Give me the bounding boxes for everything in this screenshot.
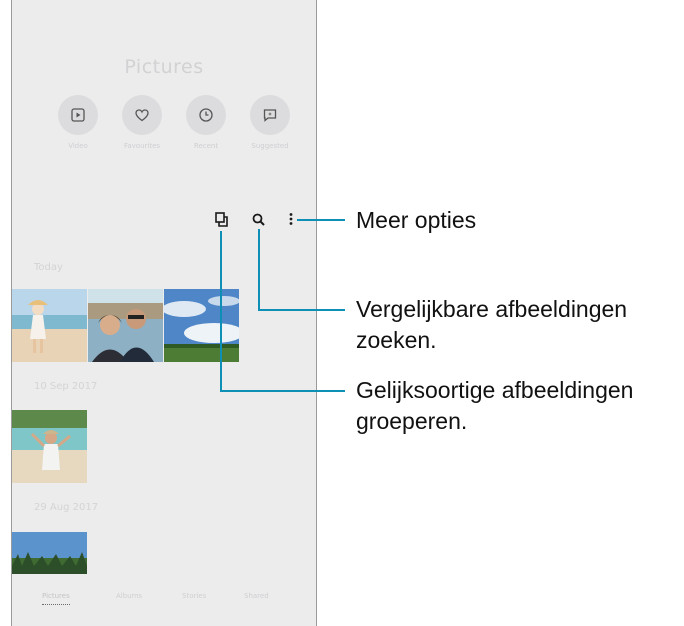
callout-more-options: Meer opties [356,207,477,233]
nav-tab-shared[interactable]: Shared [244,592,269,600]
quick-action-label: Recent [193,142,219,150]
photo-thumbnail-beach-girl[interactable] [12,289,87,362]
quick-action-suggested[interactable]: Suggested [240,95,300,150]
search-icon[interactable] [248,209,270,231]
callout-line-group [220,390,345,392]
callout-group-similar-line2: groeperen. [356,408,468,434]
nav-tab-albums[interactable]: Albums [116,592,142,600]
photo-thumbnail-sky-field[interactable] [164,289,239,362]
quick-action-recent[interactable]: Recent [176,95,236,150]
callout-line-search [258,309,345,311]
callout-line-more-options [297,219,345,221]
quick-action-favourites[interactable]: Favourites [112,95,172,150]
play-icon [58,95,98,135]
section-date: 10 Sep 2017 [34,381,98,392]
quick-action-label: Suggested [251,142,289,150]
photo-thumbnail-couple-selfie[interactable] [88,289,163,362]
nav-tab-pictures[interactable]: Pictures [42,592,70,605]
heart-icon [122,95,162,135]
section-date: Today [34,262,63,273]
bottom-navigation: Pictures Albums Stories Shared [12,584,316,614]
quick-action-video[interactable]: Video [48,95,108,150]
callout-search-similar-line2: zoeken. [356,327,437,353]
sparkle-chat-icon [250,95,290,135]
phone-screen: Pictures Video Favourites Recent Suggest… [11,0,317,626]
photo-thumbnail-forest[interactable] [12,532,87,574]
photo-thumbnail-beach-arms[interactable] [12,410,87,483]
section-date: 29 Aug 2017 [34,502,99,513]
callout-group-similar-line1: Gelijksoortige afbeeldingen [356,377,634,403]
nav-tab-stories[interactable]: Stories [182,592,206,600]
callout-search-similar-line1: Vergelijkbare afbeeldingen [356,296,628,322]
callout-line-search [258,229,260,311]
quick-action-label: Video [68,142,88,150]
callout-line-group [220,231,222,392]
group-similar-icon[interactable] [210,209,232,231]
clock-icon [186,95,226,135]
app-title: Pictures [124,56,204,78]
quick-action-label: Favourites [123,142,161,150]
